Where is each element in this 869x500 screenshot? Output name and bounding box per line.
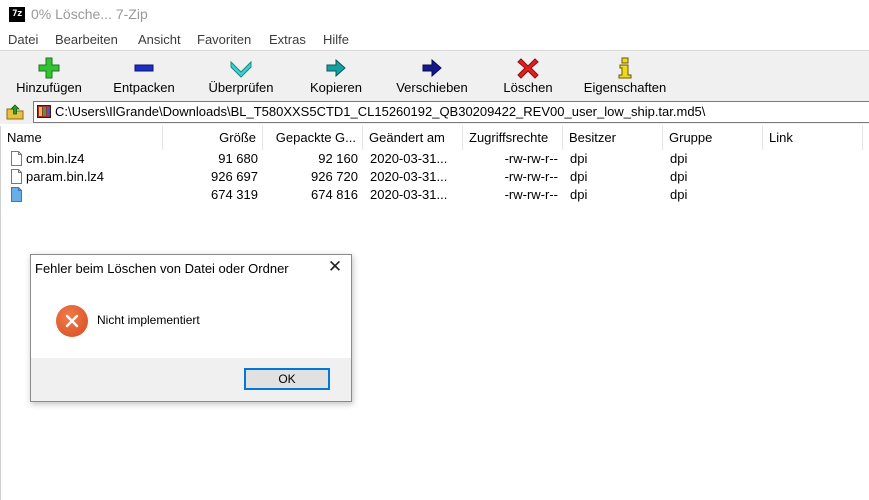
properties-label: Eigenschaften [583, 80, 667, 95]
extract-button[interactable]: Entpacken [104, 51, 184, 99]
column-group[interactable]: Gruppe [663, 126, 763, 150]
table-row[interactable]: param.bin.lz4 926 697 926 720 2020-03-31… [1, 168, 869, 186]
move-button[interactable]: Verschieben [386, 51, 478, 99]
file-group: dpi [670, 169, 688, 184]
table-row[interactable]: 674 319 674 816 2020-03-31... -rw-rw-r--… [1, 186, 869, 204]
copy-label: Kopieren [309, 80, 363, 95]
plus-icon [38, 57, 60, 79]
delete-button[interactable]: Löschen [492, 51, 564, 99]
dialog-footer: OK [31, 358, 351, 401]
add-label: Hinzufügen [16, 80, 82, 95]
dialog-title: Fehler beim Löschen von Datei oder Ordne… [35, 261, 289, 276]
file-packed-size: 674 816 [311, 187, 358, 202]
file-permissions: -rw-rw-r-- [504, 187, 558, 202]
minus-icon [134, 64, 154, 72]
file-permissions: -rw-rw-r-- [504, 151, 558, 166]
file-modified: 2020-03-31... [370, 187, 448, 202]
move-arrow-icon [422, 58, 442, 78]
column-owner[interactable]: Besitzer [563, 126, 663, 150]
add-button[interactable]: Hinzufügen [8, 51, 90, 99]
test-button[interactable]: Überprüfen [198, 51, 284, 99]
dialog-message: Nicht implementiert [97, 313, 200, 327]
path-text: C:\Users\IlGrande\Downloads\BL_T580XXS5C… [55, 104, 706, 119]
file-name: param.bin.lz4 [26, 169, 105, 184]
menu-favoriten[interactable]: Favoriten [197, 32, 251, 47]
archive-icon [37, 105, 51, 118]
move-label: Verschieben [396, 80, 468, 95]
file-size: 674 319 [211, 187, 258, 202]
file-name: cm.bin.lz4 [26, 151, 85, 166]
delete-x-icon [517, 58, 539, 79]
properties-button[interactable]: Eigenschaften [576, 51, 674, 99]
error-dialog: Fehler beim Löschen von Datei oder Ordne… [30, 254, 352, 402]
menu-ansicht[interactable]: Ansicht [138, 32, 181, 47]
toolbar: Hinzufügen Entpacken Überprüfen Kopieren… [0, 50, 869, 101]
check-chevron-icon [230, 60, 252, 78]
file-owner: dpi [570, 187, 588, 202]
file-group: dpi [670, 151, 688, 166]
ok-button[interactable]: OK [244, 368, 330, 390]
column-permissions[interactable]: Zugriffsrechte [463, 126, 563, 150]
blue-file-icon [11, 187, 22, 202]
window-title: 0% Lösche... 7-Zip [31, 6, 148, 22]
file-packed-size: 926 720 [311, 169, 358, 184]
file-icon [11, 169, 22, 184]
path-input[interactable]: C:\Users\IlGrande\Downloads\BL_T580XXS5C… [33, 101, 869, 123]
folder-up-icon[interactable] [6, 104, 24, 120]
file-owner: dpi [570, 151, 588, 166]
title-bar: 7z 0% Lösche... 7-Zip [0, 0, 869, 30]
file-modified: 2020-03-31... [370, 169, 448, 184]
file-size: 91 680 [218, 151, 258, 166]
error-icon [56, 305, 88, 337]
info-icon [618, 57, 632, 79]
file-packed-size: 92 160 [318, 151, 358, 166]
copy-button[interactable]: Kopieren [298, 51, 374, 99]
delete-label: Löschen [503, 80, 553, 95]
close-icon[interactable]: ✕ [325, 257, 345, 277]
menu-bearbeiten[interactable]: Bearbeiten [55, 32, 118, 47]
copy-arrow-icon [326, 58, 346, 78]
file-owner: dpi [570, 169, 588, 184]
column-name[interactable]: Name [1, 126, 163, 150]
file-size: 926 697 [211, 169, 258, 184]
file-permissions: -rw-rw-r-- [504, 169, 558, 184]
table-row[interactable]: cm.bin.lz4 91 680 92 160 2020-03-31... -… [1, 150, 869, 168]
column-packed-size[interactable]: Gepackte G... [263, 126, 363, 150]
address-bar: C:\Users\IlGrande\Downloads\BL_T580XXS5C… [0, 100, 869, 124]
file-group: dpi [670, 187, 688, 202]
test-label: Überprüfen [208, 80, 274, 95]
app-icon: 7z [9, 7, 25, 22]
column-size[interactable]: Größe [163, 126, 263, 150]
menu-extras[interactable]: Extras [269, 32, 306, 47]
file-name [26, 186, 161, 204]
menu-bar: Datei Bearbeiten Ansicht Favoriten Extra… [0, 30, 869, 50]
file-modified: 2020-03-31... [370, 151, 448, 166]
menu-datei[interactable]: Datei [8, 32, 38, 47]
column-link[interactable]: Link [763, 126, 863, 150]
file-icon [11, 151, 22, 166]
column-modified[interactable]: Geändert am [363, 126, 463, 150]
menu-hilfe[interactable]: Hilfe [323, 32, 349, 47]
extract-label: Entpacken [113, 80, 175, 95]
